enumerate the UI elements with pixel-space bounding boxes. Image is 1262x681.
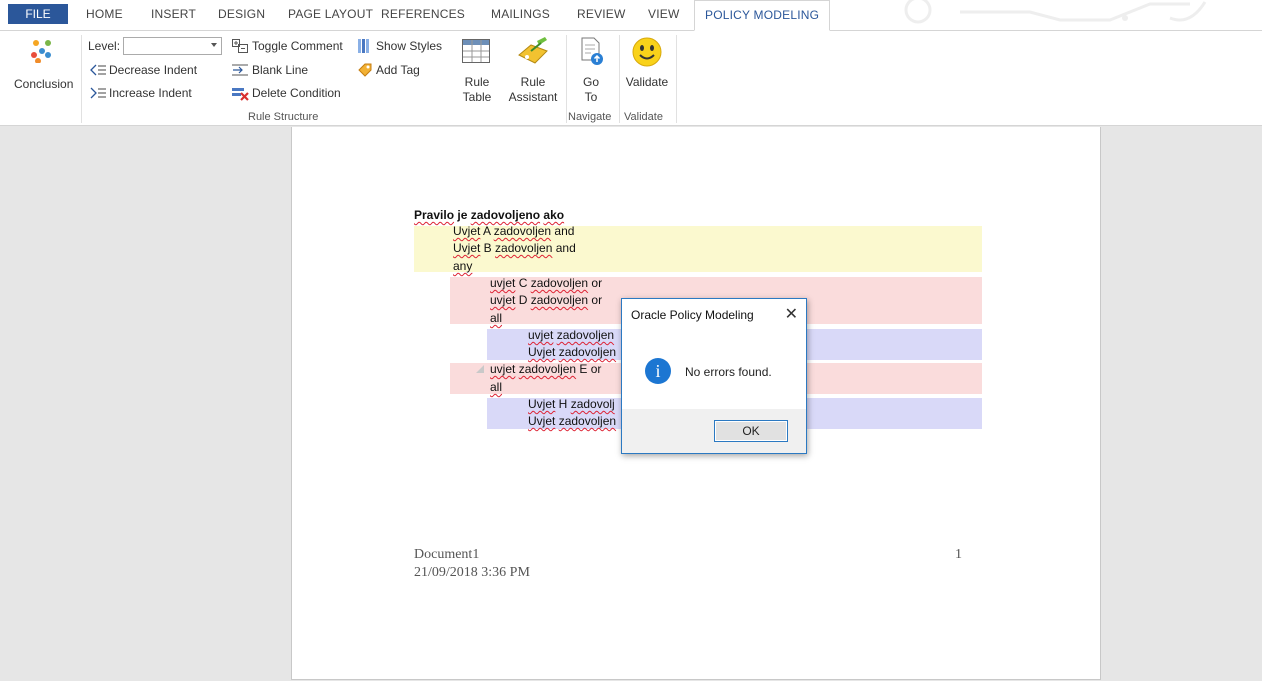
- conclusion-button[interactable]: Conclusion: [8, 35, 78, 97]
- rule-line[interactable]: Uvjet B zadovoljen and: [453, 240, 576, 257]
- rule-assistant-label-1: Rule: [520, 75, 546, 89]
- increase-indent-icon: [90, 87, 106, 99]
- group-label-validate: Validate: [624, 111, 663, 123]
- delete-condition-icon: [232, 88, 249, 101]
- rule-table-label-2: Table: [462, 90, 492, 104]
- tab-design[interactable]: DESIGN: [218, 7, 265, 21]
- increase-indent-button[interactable]: Increase Indent: [88, 84, 208, 102]
- tab-review[interactable]: REVIEW: [577, 7, 626, 21]
- show-styles-icon: [358, 39, 369, 53]
- level-dropdown[interactable]: [123, 37, 222, 55]
- heading-word: ako: [543, 208, 565, 222]
- blank-line-icon: [232, 64, 248, 76]
- rule-line[interactable]: Uvjet zadovoljen: [528, 413, 616, 430]
- rule-line[interactable]: Uvjet H zadovolj: [528, 396, 615, 413]
- conclusion-icon: [31, 40, 51, 63]
- tab-references[interactable]: REFERENCES: [381, 7, 465, 21]
- footer-date: 21/09/2018 3:36 PM: [414, 565, 530, 580]
- info-icon: i: [645, 358, 671, 384]
- go-to-label-1: Go: [582, 75, 599, 89]
- rule-table-label-1: Rule: [464, 75, 490, 89]
- table-icon: [462, 39, 490, 63]
- tab-page-layout[interactable]: PAGE LAYOUT: [288, 7, 373, 21]
- rule-table-button[interactable]: Rule Table: [455, 37, 499, 105]
- smiley-icon: [632, 37, 662, 67]
- delete-condition-label: Delete Condition: [252, 86, 341, 100]
- tab-file[interactable]: FILE: [8, 4, 68, 24]
- footer-page-number: 1: [955, 547, 962, 562]
- go-to-label-2: To: [584, 90, 598, 104]
- rule-line[interactable]: all: [490, 379, 502, 396]
- show-styles-button[interactable]: Show Styles: [358, 37, 444, 55]
- decorative-watermark: [904, 0, 1207, 24]
- rule-line[interactable]: all: [490, 310, 502, 327]
- add-tag-label: Add Tag: [376, 63, 420, 77]
- blank-line-label: Blank Line: [252, 63, 309, 77]
- rule-line[interactable]: uvjet C zadovoljen or: [490, 275, 602, 292]
- level-label: Level:: [88, 39, 121, 53]
- tab-home[interactable]: HOME: [86, 7, 123, 21]
- rule-line[interactable]: uvjet zadovoljen: [528, 327, 614, 344]
- close-icon[interactable]: ✕: [785, 304, 798, 324]
- toggle-comment-button[interactable]: Toggle Comment: [232, 37, 350, 55]
- conclusion-label: Conclusion: [14, 77, 74, 91]
- blank-line-button[interactable]: Blank Line: [232, 61, 332, 79]
- tag-icon: [358, 63, 372, 77]
- validate-button[interactable]: Validate: [622, 37, 672, 105]
- dialog-button-bar: OK: [622, 409, 806, 453]
- add-tag-button[interactable]: Add Tag: [358, 61, 428, 79]
- decrease-indent-button[interactable]: Decrease Indent: [88, 61, 208, 79]
- rule-assistant-label-2: Assistant: [508, 90, 558, 104]
- chevron-down-icon: [211, 43, 217, 47]
- toggle-comment-label: Toggle Comment: [252, 39, 343, 53]
- collapse-triangle-icon[interactable]: [476, 365, 484, 373]
- ok-button[interactable]: OK: [714, 420, 788, 442]
- heading-word: je: [454, 208, 471, 222]
- decrease-indent-icon: [90, 64, 106, 76]
- message-dialog: Oracle Policy Modeling ✕ i No errors fou…: [621, 298, 807, 454]
- go-to-button[interactable]: Go To: [570, 37, 612, 105]
- dialog-message: No errors found.: [685, 365, 772, 379]
- validate-label: Validate: [625, 75, 669, 89]
- group-label-navigate: Navigate: [568, 111, 612, 123]
- heading-word: Pravilo: [414, 208, 455, 222]
- decrease-indent-label: Decrease Indent: [109, 63, 198, 77]
- tab-mailings[interactable]: MAILINGS: [491, 7, 550, 21]
- rule-line[interactable]: Uvjet zadovoljen: [528, 344, 616, 361]
- group-label-rule-structure: Rule Structure: [248, 111, 319, 123]
- tab-view[interactable]: VIEW: [648, 7, 679, 21]
- ribbon-tab-bar: FILE HOME INSERT DESIGN PAGE LAYOUT REFE…: [0, 0, 1262, 31]
- toggle-comment-icon: [232, 39, 248, 53]
- footer-document-name: Document1: [414, 547, 480, 562]
- tab-policy-modeling[interactable]: POLICY MODELING: [694, 0, 831, 31]
- increase-indent-label: Increase Indent: [109, 86, 192, 100]
- rule-line[interactable]: uvjet D zadovoljen or: [490, 292, 602, 309]
- show-styles-label: Show Styles: [376, 39, 443, 53]
- rule-assistant-button[interactable]: Rule Assistant: [505, 37, 561, 105]
- rule-assistant-icon: [518, 37, 548, 64]
- rule-line[interactable]: uvjet zadovoljen E or: [490, 361, 601, 378]
- heading-word: zadovoljeno: [470, 208, 541, 222]
- rule-heading[interactable]: Pravilo je zadovoljeno ako: [414, 207, 564, 224]
- dialog-title: Oracle Policy Modeling: [631, 308, 754, 322]
- ribbon-toolbar: Conclusion Level: Decrease Indent Increa…: [0, 30, 1262, 126]
- go-to-icon: [581, 37, 603, 65]
- delete-condition-button[interactable]: Delete Condition: [232, 84, 350, 102]
- tab-insert[interactable]: INSERT: [151, 7, 196, 21]
- rule-line[interactable]: any: [453, 258, 472, 275]
- rule-line[interactable]: Uvjet A zadovoljen and: [453, 223, 574, 240]
